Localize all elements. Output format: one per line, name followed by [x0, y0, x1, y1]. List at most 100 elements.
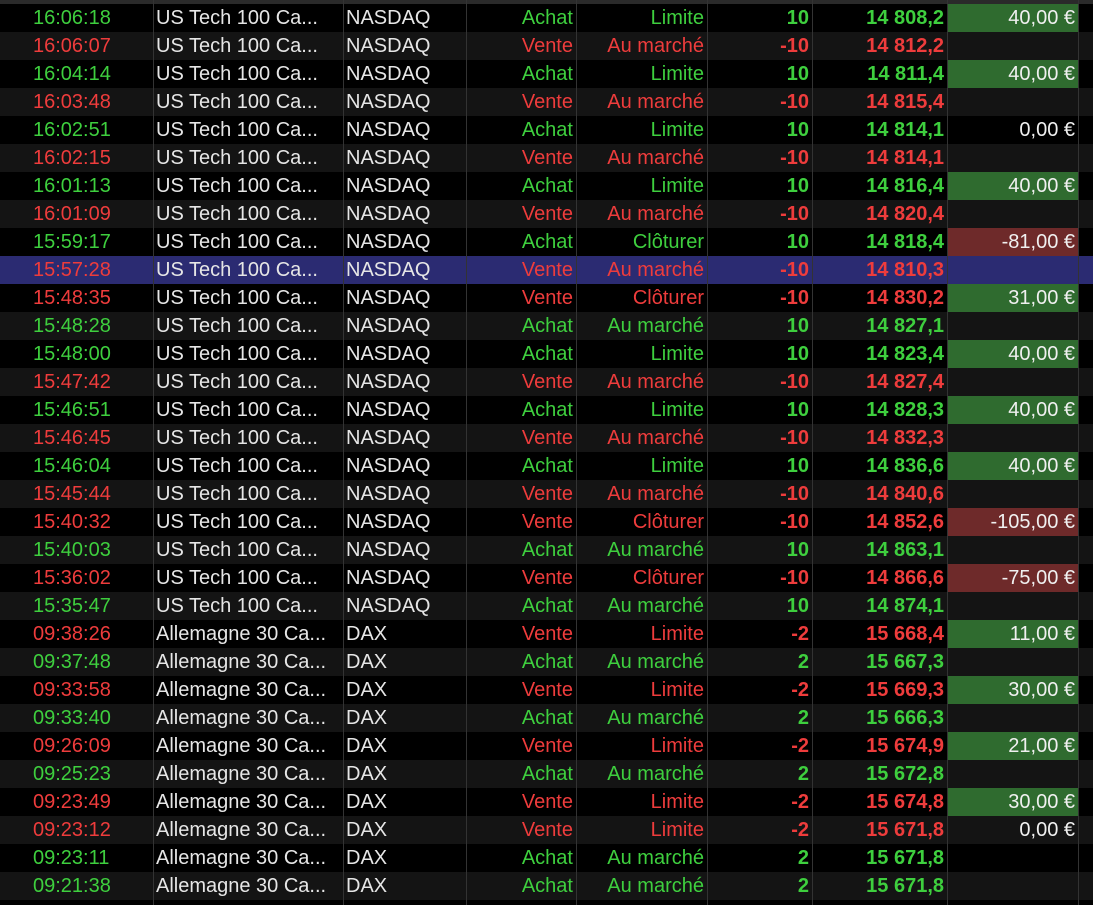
trade-time: 09:25:23	[33, 763, 111, 785]
table-row[interactable]: 09:23:12 Allemagne 30 Ca... DAX Vente Limite…	[0, 816, 1093, 844]
table-row[interactable]: 09:21:38 Allemagne 30 Ca... DAX Achat Au mar…	[0, 872, 1093, 900]
trade-price: 15 671,8	[866, 847, 944, 869]
trade-quantity: 10	[786, 315, 809, 337]
trade-direction: Achat	[521, 875, 573, 897]
trade-direction: Vente	[521, 819, 573, 841]
order-type: Au marché	[607, 763, 704, 785]
table-row[interactable]: 09:33:58 Allemagne 30 Ca... DAX Vente Limite…	[0, 676, 1093, 704]
trade-quantity: 10	[786, 399, 809, 421]
trade-quantity: 10	[786, 455, 809, 477]
trade-quantity: -10	[780, 427, 809, 449]
trade-quantity: 10	[786, 119, 809, 141]
trade-price: 14 811,4	[867, 63, 944, 85]
trade-price: 14 840,6	[866, 483, 944, 505]
profit-loss: 40,00 €	[947, 60, 1078, 88]
trade-price: 14 827,1	[866, 315, 944, 337]
instrument-name: US Tech 100 Ca...	[156, 175, 318, 197]
trade-direction: Achat	[521, 7, 573, 29]
table-row[interactable]: 15:48:00 US Tech 100 Ca... NASDAQ Achat Limi…	[0, 340, 1093, 368]
instrument-name: US Tech 100 Ca...	[156, 91, 318, 113]
trade-time: 09:37:48	[33, 651, 111, 673]
trade-direction: Vente	[521, 427, 573, 449]
trade-price: 14 828,3	[866, 399, 944, 421]
order-type: Limite	[650, 399, 704, 421]
table-row[interactable]: 15:40:03 US Tech 100 Ca... NASDAQ Achat Au m…	[0, 536, 1093, 564]
instrument-name: US Tech 100 Ca...	[156, 119, 318, 141]
order-type: Au marché	[607, 707, 704, 729]
column-divider	[466, 0, 467, 905]
table-row[interactable]: 09:25:23 Allemagne 30 Ca... DAX Achat Au mar…	[0, 760, 1093, 788]
profit-loss: 11,00 €	[947, 620, 1078, 648]
table-row[interactable]: 15:46:45 US Tech 100 Ca... NASDAQ Vente Au m…	[0, 424, 1093, 452]
profit-loss	[947, 844, 1078, 872]
table-row[interactable]: 15:48:28 US Tech 100 Ca... NASDAQ Achat Au m…	[0, 312, 1093, 340]
trade-direction: Achat	[521, 595, 573, 617]
trade-price: 14 812,2	[866, 35, 944, 57]
instrument-name: Allemagne 30 Ca...	[156, 875, 327, 897]
profit-loss	[947, 592, 1078, 620]
trade-direction: Vente	[521, 791, 573, 813]
profit-loss: 31,00 €	[947, 284, 1078, 312]
table-row[interactable]: 15:45:44 US Tech 100 Ca... NASDAQ Vente Au m…	[0, 480, 1093, 508]
trade-price: 15 674,9	[866, 735, 944, 757]
market-name: NASDAQ	[346, 427, 431, 449]
table-row[interactable]: 16:02:51 US Tech 100 Ca... NASDAQ Achat Limi…	[0, 116, 1093, 144]
table-row[interactable]: 09:23:11 Allemagne 30 Ca... DAX Achat Au mar…	[0, 844, 1093, 872]
profit-loss: 21,00 €	[947, 732, 1078, 760]
trade-direction: Achat	[521, 399, 573, 421]
trade-price: 14 874,1	[866, 595, 944, 617]
market-name: DAX	[346, 791, 388, 813]
table-row[interactable]: 15:36:02 US Tech 100 Ca... NASDAQ Vente Clôt…	[0, 564, 1093, 592]
order-type: Au marché	[607, 35, 704, 57]
order-type: Limite	[650, 63, 704, 85]
trade-time: 16:01:09	[33, 203, 111, 225]
table-row[interactable]: 16:01:13 US Tech 100 Ca... NASDAQ Achat Limi…	[0, 172, 1093, 200]
table-row[interactable]: 15:46:04 US Tech 100 Ca... NASDAQ Achat Limi…	[0, 452, 1093, 480]
table-row[interactable]: 09:37:48 Allemagne 30 Ca... DAX Achat Au mar…	[0, 648, 1093, 676]
table-row[interactable]: 09:23:49 Allemagne 30 Ca... DAX Vente Limite…	[0, 788, 1093, 816]
trade-quantity: -10	[780, 511, 809, 533]
market-name: NASDAQ	[346, 567, 431, 589]
table-row[interactable]: 15:48:35 US Tech 100 Ca... NASDAQ Vente Clôt…	[0, 284, 1093, 312]
market-name: NASDAQ	[346, 147, 431, 169]
table-row[interactable]: 16:01:09 US Tech 100 Ca... NASDAQ Vente Au m…	[0, 200, 1093, 228]
table-row[interactable]: 16:04:14 US Tech 100 Ca... NASDAQ Achat Limi…	[0, 60, 1093, 88]
table-row[interactable]: 15:59:17 US Tech 100 Ca... NASDAQ Achat Clôt…	[0, 228, 1093, 256]
market-name: NASDAQ	[346, 595, 431, 617]
trade-direction: Vente	[521, 567, 573, 589]
market-name: NASDAQ	[346, 7, 431, 29]
trade-price: 14 852,6	[866, 511, 944, 533]
trade-time: 15:48:35	[33, 287, 111, 309]
profit-loss: -81,00 €	[947, 228, 1078, 256]
instrument-name: Allemagne 30 Ca...	[156, 847, 327, 869]
market-name: NASDAQ	[346, 371, 431, 393]
table-row[interactable]: 15:57:28 US Tech 100 Ca... NASDAQ Vente Au m…	[0, 256, 1093, 284]
table-row[interactable]: 16:02:15 US Tech 100 Ca... NASDAQ Vente Au m…	[0, 144, 1093, 172]
trade-direction: Achat	[521, 455, 573, 477]
table-row[interactable]: 15:46:51 US Tech 100 Ca... NASDAQ Achat Limi…	[0, 396, 1093, 424]
table-row[interactable]: 16:06:07 US Tech 100 Ca... NASDAQ Vente Au m…	[0, 32, 1093, 60]
column-divider	[153, 0, 154, 905]
table-row[interactable]: 15:35:47 US Tech 100 Ca... NASDAQ Achat Au m…	[0, 592, 1093, 620]
table-row[interactable]: 16:03:48 US Tech 100 Ca... NASDAQ Vente Au m…	[0, 88, 1093, 116]
trade-time: 15:59:17	[33, 231, 111, 253]
trade-time: 15:48:28	[33, 315, 111, 337]
table-row[interactable]: 16:06:18 US Tech 100 Ca... NASDAQ Achat Limi…	[0, 4, 1093, 32]
trade-quantity: 10	[786, 343, 809, 365]
trade-quantity: 10	[786, 595, 809, 617]
profit-loss: 0,00 €	[1019, 819, 1075, 841]
instrument-name: US Tech 100 Ca...	[156, 595, 318, 617]
trade-direction: Vente	[521, 35, 573, 57]
market-name: DAX	[346, 875, 388, 897]
trade-time: 15:57:28	[33, 259, 111, 281]
order-type: Limite	[650, 679, 704, 701]
table-row[interactable]: 09:38:26 Allemagne 30 Ca... DAX Vente Limite…	[0, 620, 1093, 648]
table-row[interactable]: 09:33:40 Allemagne 30 Ca... DAX Achat Au mar…	[0, 704, 1093, 732]
table-row[interactable]: 15:40:32 US Tech 100 Ca... NASDAQ Vente Clôt…	[0, 508, 1093, 536]
instrument-name: US Tech 100 Ca...	[156, 567, 318, 589]
table-row[interactable]: 15:47:42 US Tech 100 Ca... NASDAQ Vente Au m…	[0, 368, 1093, 396]
instrument-name: US Tech 100 Ca...	[156, 147, 318, 169]
market-name: NASDAQ	[346, 511, 431, 533]
trade-price: 14 830,2	[866, 287, 944, 309]
table-row[interactable]: 09:26:09 Allemagne 30 Ca... DAX Vente Limite…	[0, 732, 1093, 760]
